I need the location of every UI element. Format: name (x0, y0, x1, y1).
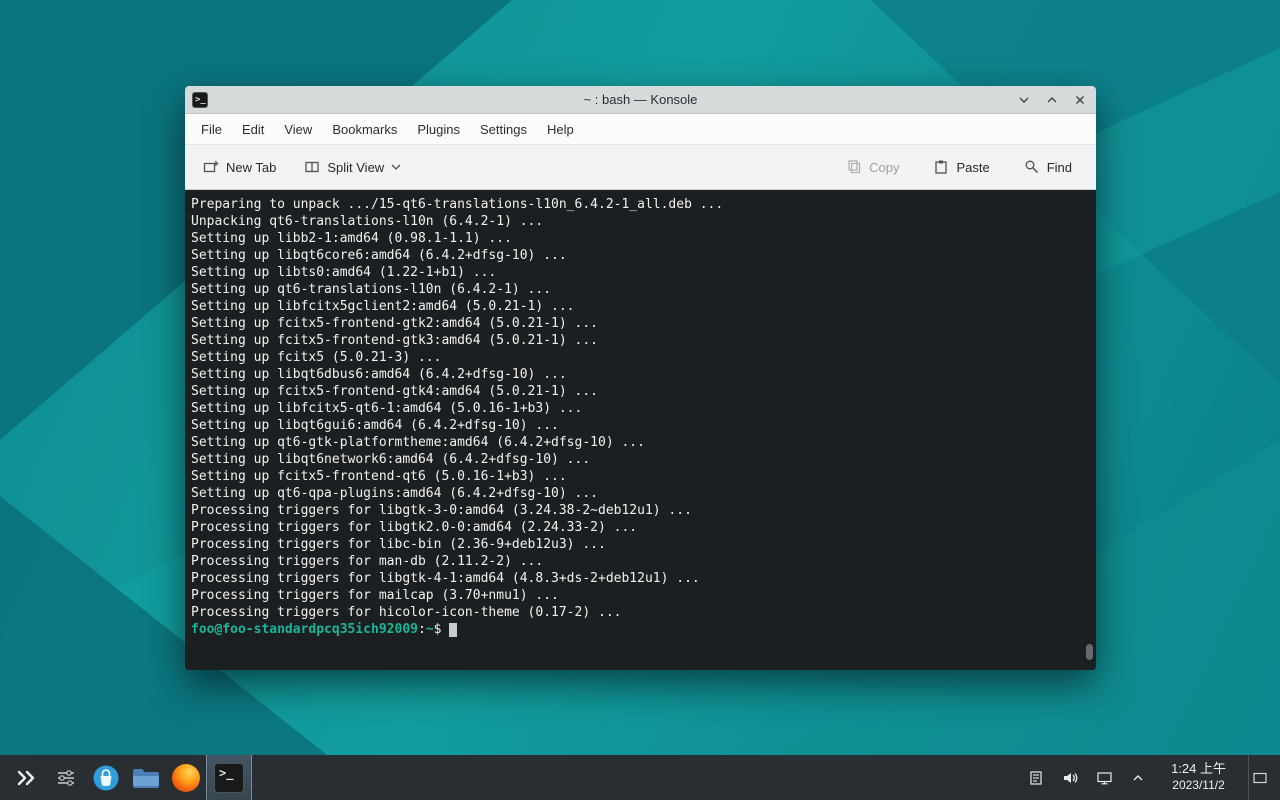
konsole-icon: >_ (214, 763, 244, 793)
chevron-up-icon (1046, 94, 1058, 106)
find-label: Find (1047, 160, 1072, 175)
new-tab-icon (203, 159, 219, 175)
konsole-window: >_ ~ : bash — Konsole File Edit View Boo… (185, 86, 1096, 670)
terminal-output-line: Unpacking qt6-translations-l10n (6.4.2-1… (191, 213, 1086, 230)
terminal-output-line: Processing triggers for man-db (2.11.2-2… (191, 553, 1086, 570)
firefox-icon (172, 764, 200, 792)
taskbar-item-files[interactable] (126, 755, 166, 800)
terminal-output-line: Processing triggers for libgtk2.0-0:amd6… (191, 519, 1086, 536)
split-view-label: Split View (327, 160, 384, 175)
terminal-output-line: Setting up fcitx5-frontend-qt6 (5.0.16-1… (191, 468, 1086, 485)
terminal-output-line: Setting up libfcitx5gclient2:amd64 (5.0.… (191, 298, 1086, 315)
clipboard-icon (1028, 770, 1044, 786)
paste-icon (933, 159, 949, 175)
taskbar-item-konsole[interactable]: >_ (206, 755, 252, 800)
search-icon (1024, 159, 1040, 175)
menu-edit[interactable]: Edit (232, 117, 274, 142)
paste-label: Paste (956, 160, 989, 175)
chevron-down-icon (1018, 94, 1030, 106)
find-button[interactable]: Find (1018, 153, 1078, 181)
terminal-output-line: Setting up fcitx5-frontend-gtk2:amd64 (5… (191, 315, 1086, 332)
window-titlebar[interactable]: >_ ~ : bash — Konsole (185, 86, 1096, 114)
menu-plugins[interactable]: Plugins (407, 117, 470, 142)
menu-settings[interactable]: Settings (470, 117, 537, 142)
chevron-up-icon (1131, 772, 1145, 784)
terminal-output: Preparing to unpack .../15-qt6-translati… (191, 196, 1086, 621)
copy-icon (846, 159, 862, 175)
close-button[interactable] (1072, 92, 1088, 108)
terminal-output-line: Setting up libfcitx5-qt6-1:amd64 (5.0.16… (191, 400, 1086, 417)
system-tray: 1:24 上午 2023/11/2 (1025, 755, 1274, 800)
terminal-area[interactable]: Preparing to unpack .../15-qt6-translati… (185, 190, 1096, 669)
menu-bookmarks[interactable]: Bookmarks (322, 117, 407, 142)
menu-file[interactable]: File (191, 117, 232, 142)
terminal-output-line: Processing triggers for mailcap (3.70+nm… (191, 587, 1086, 604)
terminal-scrollbar[interactable] (1086, 644, 1093, 660)
speaker-icon (1062, 770, 1079, 786)
taskbar-item-settings[interactable] (46, 755, 86, 800)
terminal-output-line: Setting up qt6-translations-l10n (6.4.2-… (191, 281, 1086, 298)
app-launcher-button[interactable] (6, 755, 46, 800)
clock-time: 1:24 上午 (1171, 761, 1226, 778)
monitor-icon (1096, 770, 1113, 786)
new-tab-button[interactable]: New Tab (197, 153, 282, 181)
terminal-output-line: Setting up qt6-qpa-plugins:amd64 (6.4.2+… (191, 485, 1086, 502)
terminal-output-line: Setting up libb2-1:amd64 (0.98.1-1.1) ..… (191, 230, 1086, 247)
terminal-output-line: Preparing to unpack .../15-qt6-translati… (191, 196, 1086, 213)
copy-button[interactable]: Copy (840, 153, 905, 181)
show-desktop-button[interactable] (1248, 755, 1270, 800)
window-title: ~ : bash — Konsole (185, 92, 1096, 107)
clock[interactable]: 1:24 上午 2023/11/2 (1161, 761, 1236, 793)
terminal-output-line: Setting up libts0:amd64 (1.22-1+b1) ... (191, 264, 1086, 281)
prompt-colon: : (418, 622, 426, 637)
terminal-output-line: Setting up libqt6dbus6:amd64 (6.4.2+dfsg… (191, 366, 1086, 383)
terminal-output-line: Setting up qt6-gtk-platformtheme:amd64 (… (191, 434, 1086, 451)
split-view-button[interactable]: Split View (298, 153, 407, 181)
maximize-button[interactable] (1044, 92, 1060, 108)
tray-display-button[interactable] (1093, 755, 1115, 800)
terminal-output-line: Setting up fcitx5 (5.0.21-3) ... (191, 349, 1086, 366)
split-view-icon (304, 159, 320, 175)
toolbar-right-group: Copy Paste Find (840, 153, 1084, 181)
clock-date: 2023/11/2 (1171, 778, 1226, 794)
window-controls (1016, 86, 1088, 114)
konsole-app-icon: >_ (192, 92, 208, 108)
tray-volume-button[interactable] (1059, 755, 1081, 800)
terminal-output-line: Processing triggers for libgtk-4-1:amd64… (191, 570, 1086, 587)
minimize-button[interactable] (1016, 92, 1032, 108)
prompt-user-host: foo@foo-standardpcq35ich92009 (191, 622, 418, 637)
toolbar: New Tab Split View Copy (185, 145, 1096, 190)
folder-icon (132, 767, 160, 789)
paste-button[interactable]: Paste (927, 153, 995, 181)
tray-expand-button[interactable] (1127, 755, 1149, 800)
taskbar-item-discover[interactable] (86, 755, 126, 800)
menu-bar: File Edit View Bookmarks Plugins Setting… (185, 114, 1096, 145)
taskbar-item-firefox[interactable] (166, 755, 206, 800)
terminal-output-line: Processing triggers for libgtk-3-0:amd64… (191, 502, 1086, 519)
prompt-path: ~ (426, 622, 434, 637)
prompt-dollar: $ (434, 622, 442, 637)
copy-label: Copy (869, 160, 899, 175)
terminal-prompt-line: foo@foo-standardpcq35ich92009:~$ (191, 621, 1086, 638)
new-tab-label: New Tab (226, 160, 276, 175)
close-icon (1074, 94, 1086, 106)
terminal-output-line: Processing triggers for hicolor-icon-the… (191, 604, 1086, 621)
taskbar: >_ (0, 755, 1280, 800)
menu-help[interactable]: Help (537, 117, 584, 142)
sliders-icon (56, 769, 76, 787)
terminal-output-line: Setting up libqt6gui6:amd64 (6.4.2+dfsg-… (191, 417, 1086, 434)
desktop-peek-icon (1252, 771, 1268, 785)
terminal-output-line: Setting up libqt6core6:amd64 (6.4.2+dfsg… (191, 247, 1086, 264)
desktop: >_ ~ : bash — Konsole File Edit View Boo… (0, 0, 1280, 800)
terminal-output-line: Setting up fcitx5-frontend-gtk3:amd64 (5… (191, 332, 1086, 349)
discover-icon (92, 764, 120, 792)
chevron-down-icon (391, 164, 401, 170)
menu-view[interactable]: View (274, 117, 322, 142)
launcher-chevrons-icon (15, 769, 37, 787)
tray-clipboard-button[interactable] (1025, 755, 1047, 800)
terminal-output-line: Setting up libqt6network6:amd64 (6.4.2+d… (191, 451, 1086, 468)
terminal-output-line: Setting up fcitx5-frontend-gtk4:amd64 (5… (191, 383, 1086, 400)
terminal-cursor (449, 623, 457, 637)
terminal-output-line: Processing triggers for libc-bin (2.36-9… (191, 536, 1086, 553)
